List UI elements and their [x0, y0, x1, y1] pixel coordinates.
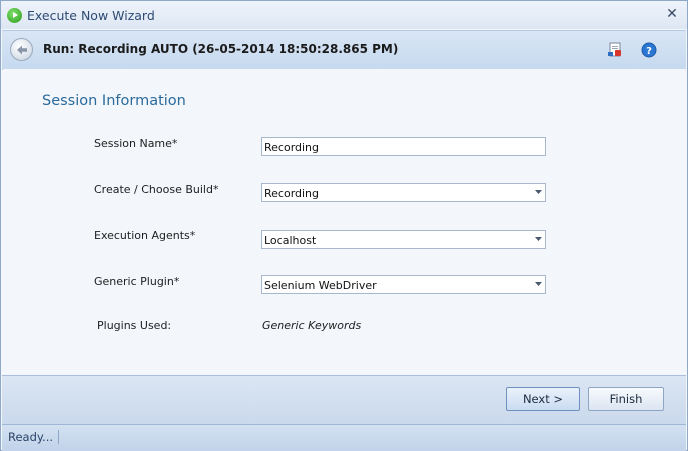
build-dropdown[interactable]: Recording [261, 183, 546, 202]
plugins-used-value: Generic Keywords [262, 319, 362, 332]
close-icon[interactable]: ✕ [665, 7, 679, 21]
agents-value: Localhost [264, 234, 317, 247]
session-name-input[interactable]: Recording [261, 137, 546, 156]
chevron-down-icon [534, 187, 543, 197]
status-bar: Ready... [2, 424, 686, 451]
svg-text:?: ? [646, 46, 652, 57]
report-icon[interactable] [606, 41, 624, 59]
session-name-value: Recording [264, 141, 320, 154]
section-title: Session Information [42, 93, 186, 109]
wizard-window: Execute Now Wizard ✕ Run: Recording AUTO… [0, 0, 688, 451]
wizard-header: Run: Recording AUTO (26-05-2014 18:50:28… [2, 30, 686, 70]
plugins-used-label: Plugins Used: [97, 319, 172, 332]
back-button[interactable] [10, 38, 33, 61]
plugin-label: Generic Plugin* [94, 275, 180, 288]
chevron-down-icon [534, 234, 543, 244]
window-title: Execute Now Wizard [27, 7, 155, 23]
next-button[interactable]: Next > [506, 387, 580, 411]
back-arrow-icon [16, 45, 27, 54]
plugin-dropdown[interactable]: Selenium WebDriver [261, 275, 546, 294]
agents-label: Execution Agents* [94, 229, 196, 242]
chevron-down-icon [534, 279, 543, 289]
finish-button[interactable]: Finish [588, 387, 664, 411]
title-bar: Execute Now Wizard ✕ [1, 1, 687, 29]
build-label: Create / Choose Build* [94, 183, 219, 196]
agents-dropdown[interactable]: Localhost [261, 230, 546, 249]
play-icon [7, 7, 22, 23]
status-text: Ready... [8, 430, 60, 444]
button-bar: Next > Finish [2, 375, 686, 424]
run-title: Run: Recording AUTO (26-05-2014 18:50:28… [43, 42, 399, 56]
help-icon[interactable]: ? [640, 41, 658, 59]
content-panel: Session Information Session Name* Record… [3, 69, 687, 375]
build-value: Recording [264, 187, 320, 200]
session-name-label: Session Name* [94, 137, 178, 150]
plugin-value: Selenium WebDriver [264, 279, 377, 292]
